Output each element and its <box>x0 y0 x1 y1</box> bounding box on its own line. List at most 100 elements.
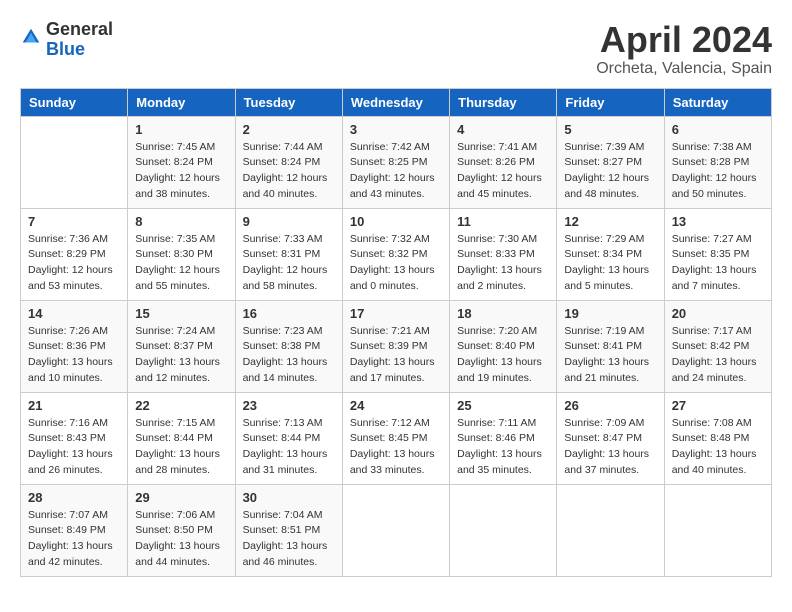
day-number: 24 <box>350 398 442 413</box>
day-number: 30 <box>243 490 335 505</box>
calendar-cell: 14 Sunrise: 7:26 AMSunset: 8:36 PMDayligh… <box>21 300 128 392</box>
day-info: Sunrise: 7:42 AMSunset: 8:25 PMDaylight:… <box>350 140 442 203</box>
calendar-cell: 24Sunrise: 7:12 AMSunset: 8:45 PMDayligh… <box>342 392 449 484</box>
day-number: 26 <box>564 398 656 413</box>
day-info: Sunrise: 7:04 AMSunset: 8:51 PMDaylight:… <box>243 508 335 571</box>
calendar-cell: 30 Sunrise: 7:04 AMSunset: 8:51 PMDayligh… <box>235 484 342 576</box>
day-info: Sunrise: 7:45 AMSunset: 8:24 PMDaylight:… <box>135 140 227 203</box>
day-number: 23 <box>243 398 335 413</box>
calendar-cell <box>557 484 664 576</box>
calendar-cell: 12 Sunrise: 7:29 AMSunset: 8:34 PMDayligh… <box>557 208 664 300</box>
day-info: Sunrise: 7:16 AMSunset: 8:43 PMDaylight:… <box>28 416 120 479</box>
day-number: 11 <box>457 214 549 229</box>
calendar-cell: 4 Sunrise: 7:41 AMSunset: 8:26 PMDaylight… <box>450 116 557 208</box>
calendar-cell: 27 Sunrise: 7:08 AMSunset: 8:48 PMDayligh… <box>664 392 771 484</box>
day-info: Sunrise: 7:07 AMSunset: 8:49 PMDaylight:… <box>28 508 120 571</box>
header-area: General Blue April 2024 Orcheta, Valenci… <box>20 20 772 78</box>
day-info: Sunrise: 7:21 AMSunset: 8:39 PMDaylight:… <box>350 324 442 387</box>
calendar-cell: 2Sunrise: 7:44 AMSunset: 8:24 PMDaylight… <box>235 116 342 208</box>
calendar-cell <box>342 484 449 576</box>
calendar-cell: 29 Sunrise: 7:06 AMSunset: 8:50 PMDayligh… <box>128 484 235 576</box>
day-number: 19 <box>564 306 656 321</box>
day-info: Sunrise: 7:39 AMSunset: 8:27 PMDaylight:… <box>564 140 656 203</box>
day-number: 20 <box>672 306 764 321</box>
calendar-cell: 9 Sunrise: 7:33 AMSunset: 8:31 PMDaylight… <box>235 208 342 300</box>
day-info: Sunrise: 7:36 AMSunset: 8:29 PMDaylight:… <box>28 232 120 295</box>
calendar-cell: 13 Sunrise: 7:27 AMSunset: 8:35 PMDayligh… <box>664 208 771 300</box>
day-info: Sunrise: 7:33 AMSunset: 8:31 PMDaylight:… <box>243 232 335 295</box>
day-number: 8 <box>135 214 227 229</box>
day-number: 3 <box>350 122 442 137</box>
calendar-cell: 16 Sunrise: 7:23 AMSunset: 8:38 PMDayligh… <box>235 300 342 392</box>
day-info: Sunrise: 7:15 AMSunset: 8:44 PMDaylight:… <box>135 416 227 479</box>
day-info: Sunrise: 7:41 AMSunset: 8:26 PMDaylight:… <box>457 140 549 203</box>
day-number: 15 <box>135 306 227 321</box>
calendar-cell: 10 Sunrise: 7:32 AMSunset: 8:32 PMDayligh… <box>342 208 449 300</box>
day-number: 13 <box>672 214 764 229</box>
calendar-cell: 11 Sunrise: 7:30 AMSunset: 8:33 PMDayligh… <box>450 208 557 300</box>
calendar-table: SundayMondayTuesdayWednesdayThursdayFrid… <box>20 88 772 577</box>
day-info: Sunrise: 7:11 AMSunset: 8:46 PMDaylight:… <box>457 416 549 479</box>
calendar-cell: 21 Sunrise: 7:16 AMSunset: 8:43 PMDayligh… <box>21 392 128 484</box>
day-number: 21 <box>28 398 120 413</box>
day-number: 4 <box>457 122 549 137</box>
day-info: Sunrise: 7:27 AMSunset: 8:35 PMDaylight:… <box>672 232 764 295</box>
day-info: Sunrise: 7:06 AMSunset: 8:50 PMDaylight:… <box>135 508 227 571</box>
calendar-cell <box>664 484 771 576</box>
day-info: Sunrise: 7:38 AMSunset: 8:28 PMDaylight:… <box>672 140 764 203</box>
day-info: Sunrise: 7:17 AMSunset: 8:42 PMDaylight:… <box>672 324 764 387</box>
calendar-cell: 7Sunrise: 7:36 AMSunset: 8:29 PMDaylight… <box>21 208 128 300</box>
day-info: Sunrise: 7:23 AMSunset: 8:38 PMDaylight:… <box>243 324 335 387</box>
weekday-header-monday: Monday <box>128 88 235 116</box>
weekday-header-wednesday: Wednesday <box>342 88 449 116</box>
calendar-cell: 3 Sunrise: 7:42 AMSunset: 8:25 PMDaylight… <box>342 116 449 208</box>
calendar-cell: 25 Sunrise: 7:11 AMSunset: 8:46 PMDayligh… <box>450 392 557 484</box>
calendar-cell: 23 Sunrise: 7:13 AMSunset: 8:44 PMDayligh… <box>235 392 342 484</box>
day-number: 16 <box>243 306 335 321</box>
logo-general-text: General <box>46 20 113 40</box>
day-number: 9 <box>243 214 335 229</box>
calendar-cell: 19 Sunrise: 7:19 AMSunset: 8:41 PMDayligh… <box>557 300 664 392</box>
day-number: 10 <box>350 214 442 229</box>
day-number: 25 <box>457 398 549 413</box>
day-info: Sunrise: 7:08 AMSunset: 8:48 PMDaylight:… <box>672 416 764 479</box>
day-info: Sunrise: 7:29 AMSunset: 8:34 PMDaylight:… <box>564 232 656 295</box>
calendar-cell: 17Sunrise: 7:21 AMSunset: 8:39 PMDayligh… <box>342 300 449 392</box>
day-info: Sunrise: 7:35 AMSunset: 8:30 PMDaylight:… <box>135 232 227 295</box>
calendar-cell: 8 Sunrise: 7:35 AMSunset: 8:30 PMDaylight… <box>128 208 235 300</box>
calendar-cell: 15 Sunrise: 7:24 AMSunset: 8:37 PMDayligh… <box>128 300 235 392</box>
day-number: 14 <box>28 306 120 321</box>
day-number: 1 <box>135 122 227 137</box>
day-number: 22 <box>135 398 227 413</box>
day-number: 6 <box>672 122 764 137</box>
weekday-header-thursday: Thursday <box>450 88 557 116</box>
day-info: Sunrise: 7:20 AMSunset: 8:40 PMDaylight:… <box>457 324 549 387</box>
day-number: 2 <box>243 122 335 137</box>
day-info: Sunrise: 7:09 AMSunset: 8:47 PMDaylight:… <box>564 416 656 479</box>
day-info: Sunrise: 7:19 AMSunset: 8:41 PMDaylight:… <box>564 324 656 387</box>
logo: General Blue <box>20 20 113 60</box>
calendar-cell: 20 Sunrise: 7:17 AMSunset: 8:42 PMDayligh… <box>664 300 771 392</box>
weekday-header-tuesday: Tuesday <box>235 88 342 116</box>
day-info: Sunrise: 7:24 AMSunset: 8:37 PMDaylight:… <box>135 324 227 387</box>
calendar-cell: 18 Sunrise: 7:20 AMSunset: 8:40 PMDayligh… <box>450 300 557 392</box>
day-number: 12 <box>564 214 656 229</box>
day-number: 28 <box>28 490 120 505</box>
day-number: 5 <box>564 122 656 137</box>
location-title: Orcheta, Valencia, Spain <box>596 60 772 78</box>
weekday-header-sunday: Sunday <box>21 88 128 116</box>
day-info: Sunrise: 7:26 AMSunset: 8:36 PMDaylight:… <box>28 324 120 387</box>
day-number: 29 <box>135 490 227 505</box>
calendar-cell: 22 Sunrise: 7:15 AMSunset: 8:44 PMDayligh… <box>128 392 235 484</box>
weekday-header-saturday: Saturday <box>664 88 771 116</box>
calendar-cell: 6 Sunrise: 7:38 AMSunset: 8:28 PMDaylight… <box>664 116 771 208</box>
calendar-cell <box>450 484 557 576</box>
day-info: Sunrise: 7:30 AMSunset: 8:33 PMDaylight:… <box>457 232 549 295</box>
day-number: 18 <box>457 306 549 321</box>
day-number: 27 <box>672 398 764 413</box>
calendar-cell: 26 Sunrise: 7:09 AMSunset: 8:47 PMDayligh… <box>557 392 664 484</box>
calendar-cell: 5 Sunrise: 7:39 AMSunset: 8:27 PMDaylight… <box>557 116 664 208</box>
day-info: Sunrise: 7:13 AMSunset: 8:44 PMDaylight:… <box>243 416 335 479</box>
day-info: Sunrise: 7:32 AMSunset: 8:32 PMDaylight:… <box>350 232 442 295</box>
calendar-cell: 1 Sunrise: 7:45 AMSunset: 8:24 PMDaylight… <box>128 116 235 208</box>
